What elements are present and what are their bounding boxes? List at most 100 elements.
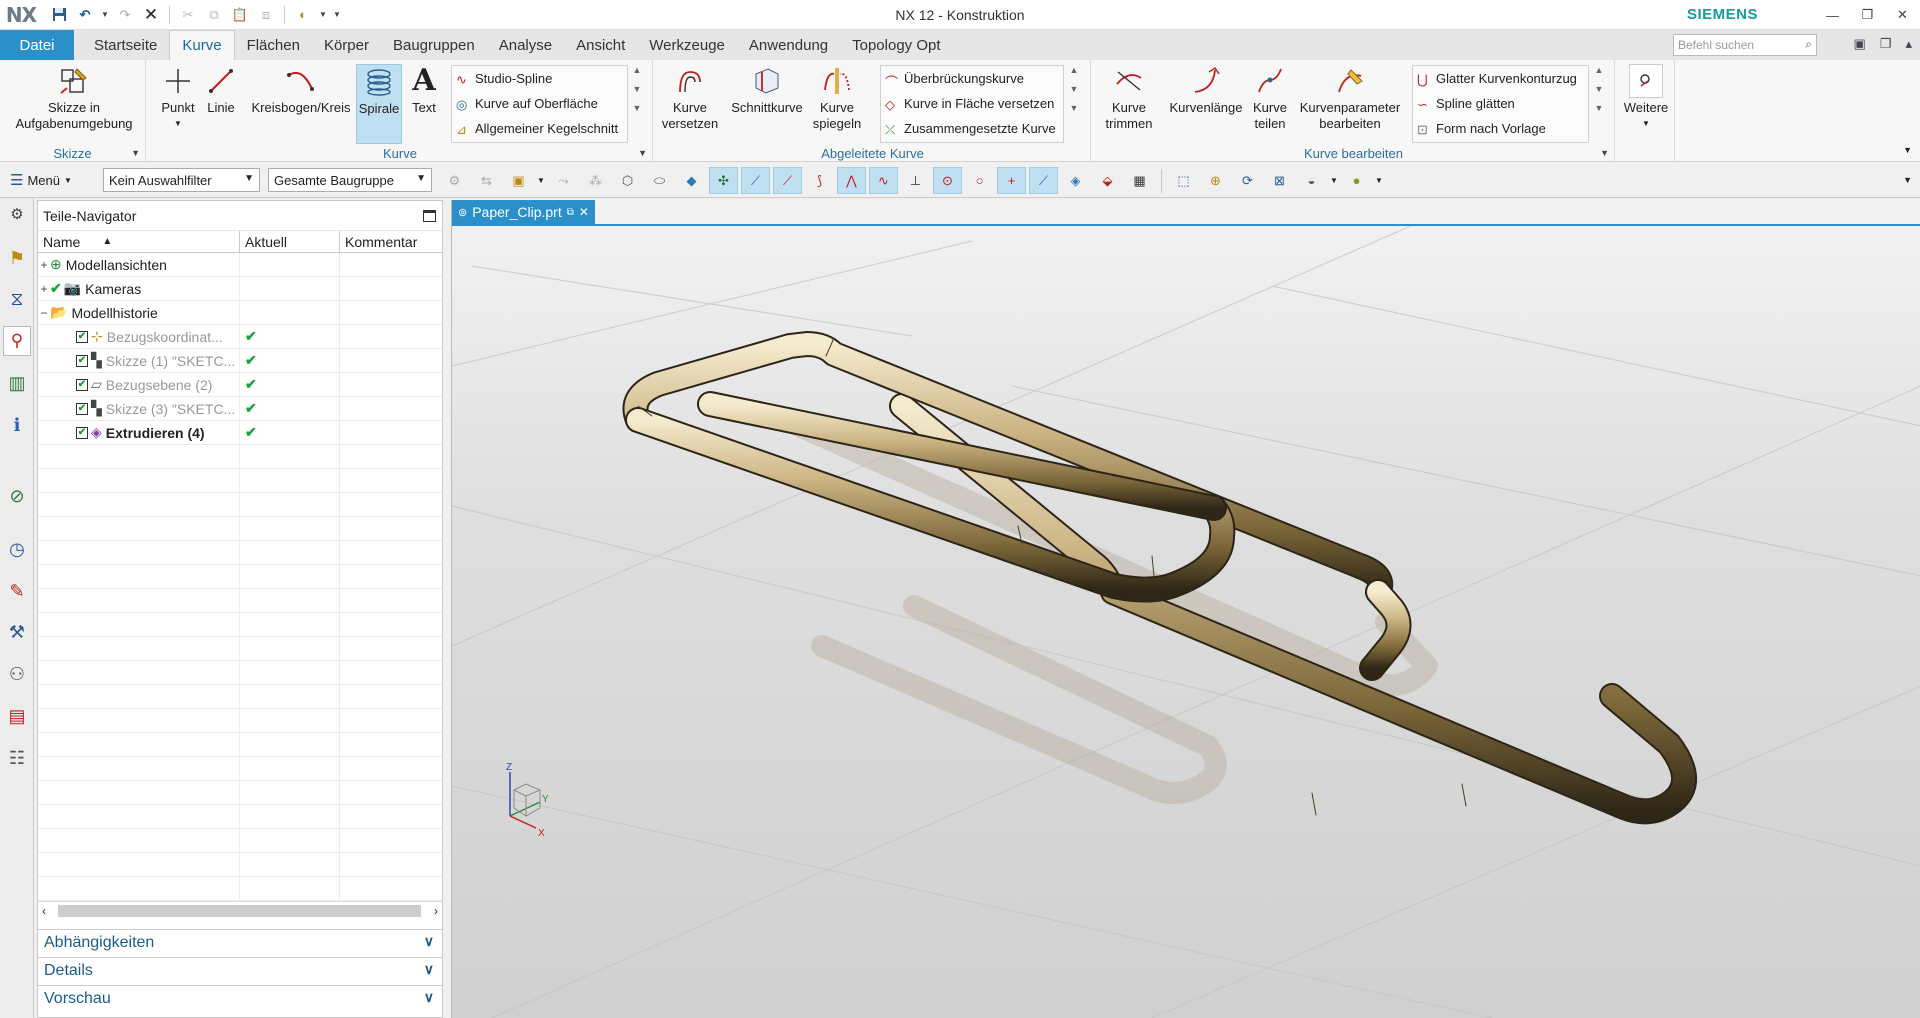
section-details[interactable]: Details ∨ — [38, 957, 442, 984]
select-body-icon[interactable]: ⬡ — [613, 167, 642, 194]
column-aktuell[interactable]: Aktuell — [240, 231, 340, 252]
tab-flaechen[interactable]: Flächen — [235, 30, 312, 60]
clock-icon[interactable]: ◷ — [5, 537, 29, 561]
column-name[interactable]: Name ▲ — [38, 231, 240, 252]
scroll-up-icon[interactable]: ▲ — [1070, 65, 1079, 75]
text-button[interactable]: A Text — [406, 64, 442, 116]
scroll-left-icon[interactable]: ‹ — [42, 904, 46, 918]
visibility-checkbox[interactable]: ✔ — [76, 354, 88, 367]
chevron-down-icon[interactable]: ∨ — [424, 961, 434, 978]
quick-pick-icon[interactable]: ⤳ — [549, 167, 578, 194]
select-all-icon[interactable]: ▣ — [504, 167, 533, 194]
tree-row-bezugskoordinaten[interactable]: ✔ ⊹ Bezugskoordinat... ✔ — [38, 325, 442, 349]
kurvenlaenge-button[interactable]: Kurvenlänge — [1164, 64, 1248, 116]
snap-group-icon[interactable]: ⁂ — [581, 167, 610, 194]
system-materials-icon[interactable]: ▤ — [5, 704, 29, 728]
expand-icon[interactable]: + — [38, 258, 50, 272]
scroll-down-icon[interactable]: ▼ — [1070, 84, 1079, 94]
scroll-up-icon[interactable]: ▲ — [1595, 65, 1604, 75]
scroll-down-icon[interactable]: ▼ — [633, 84, 642, 94]
part-navigator-icon[interactable]: ⚲ — [3, 326, 31, 356]
tab-analyse[interactable]: Analyse — [487, 30, 564, 60]
palette-icon[interactable]: ✎ — [5, 579, 29, 603]
spirale-button[interactable]: Spirale — [356, 64, 402, 144]
maximize-panel-icon[interactable] — [423, 210, 436, 222]
select-face-icon[interactable]: ⬭ — [645, 167, 674, 194]
kurve-gallery-scroll[interactable]: ▲ ▼ ▼ — [630, 65, 644, 113]
kreisbogen-button[interactable]: Kreisbogen/Kreis — [246, 64, 356, 116]
tab-anwendung[interactable]: Anwendung — [737, 30, 840, 60]
model-view[interactable]: Z X Y — [452, 226, 1920, 1018]
tab-startseite[interactable]: Startseite — [82, 30, 169, 60]
zusammengesetzte-kurve-item[interactable]: ⤫ Zusammengesetzte Kurve — [881, 116, 1063, 141]
tree-row-skizze-1[interactable]: ✔ ▚ Skizze (1) "SKETC... ✔ — [38, 349, 442, 373]
kurvenparameter-button[interactable]: Kurvenparameter bearbeiten — [1289, 64, 1411, 132]
group-more-icon[interactable]: ▼ — [1600, 148, 1609, 158]
snap-intersection-icon[interactable]: ⋀ — [837, 167, 866, 194]
hd3d-tools-icon[interactable]: ☷ — [5, 746, 29, 770]
visibility-checkbox[interactable]: ✔ — [76, 378, 88, 391]
kegelschnitt-item[interactable]: ⊿ Allgemeiner Kegelschnitt — [452, 116, 627, 141]
snap-point-on-surface-icon[interactable]: ◈ — [1061, 167, 1090, 194]
undo-dropdown-icon[interactable]: ▼ — [100, 4, 110, 26]
pan-icon[interactable]: ⊠ — [1265, 167, 1294, 194]
nx-logo[interactable]: NX — [0, 0, 42, 30]
snap-point-on-curve-icon[interactable]: ⟋ — [1029, 167, 1058, 194]
form-nach-vorlage-item[interactable]: ⊡ Form nach Vorlage — [1413, 116, 1588, 141]
view-fit-icon[interactable]: ⬚ — [1169, 167, 1198, 194]
tab-kurve[interactable]: Kurve — [169, 30, 235, 60]
section-vorschau[interactable]: Vorschau ∨ — [38, 985, 442, 1012]
roles-icon[interactable]: ⚇ — [5, 662, 29, 686]
paste-icon[interactable]: 📋 — [229, 4, 251, 26]
select-dropdown-icon[interactable]: ▼ — [536, 167, 546, 194]
chevron-down-icon[interactable]: ∨ — [424, 933, 434, 950]
reuse-library-icon[interactable]: ▥ — [5, 371, 29, 395]
ueberbrueckungskurve-item[interactable]: ⌒ Überbrückungskurve — [881, 66, 1063, 91]
snap-midpoint-icon[interactable]: ⟋ — [773, 167, 802, 194]
snap-bounded-grid-icon[interactable]: ⬙ — [1093, 167, 1122, 194]
visual-style-icon[interactable]: ● — [1342, 167, 1371, 194]
punkt-dropdown-icon[interactable]: ▼ — [174, 116, 182, 132]
group-more-icon[interactable]: ▼ — [131, 148, 140, 158]
snap-quadrant-icon[interactable]: ○ — [965, 167, 994, 194]
cut-icon[interactable]: ✂ — [177, 4, 199, 26]
scroll-up-icon[interactable]: ▲ — [633, 65, 642, 75]
collapse-ribbon-icon[interactable]: ▴ — [1905, 36, 1912, 52]
select-solid-icon[interactable]: ◆ — [677, 167, 706, 194]
scroll-right-icon[interactable]: › — [434, 904, 438, 918]
studio-spline-item[interactable]: ∿ Studio-Spline — [452, 66, 627, 91]
command-search-input[interactable]: Befehl suchen ⌕ — [1673, 34, 1817, 56]
kurve-in-flaeche-versetzen-item[interactable]: ◇ Kurve in Fläche versetzen — [881, 91, 1063, 116]
gallery-expand-icon[interactable]: ▼ — [633, 103, 642, 113]
punkt-button[interactable]: Punkt ▼ — [158, 64, 198, 132]
chevron-down-icon[interactable]: ∨ — [424, 989, 434, 1006]
assembly-navigator-icon[interactable]: ⚑ — [5, 246, 29, 270]
render-style-icon[interactable]: ◒ — [1297, 167, 1326, 194]
tab-file[interactable]: Datei — [0, 30, 74, 60]
window-switch-icon[interactable]: ◐ — [292, 4, 314, 26]
redo-icon[interactable]: ↷ — [114, 4, 136, 26]
visibility-checkbox[interactable]: ✔ — [76, 426, 88, 439]
gallery-expand-icon[interactable]: ▼ — [1595, 103, 1604, 113]
zoom-icon[interactable]: ⊕ — [1201, 167, 1230, 194]
schnittkurve-button[interactable]: Schnittkurve — [727, 64, 807, 116]
view-triad[interactable]: Z X Y — [506, 762, 549, 839]
abgeleitete-gallery-scroll[interactable]: ▲ ▼ ▼ — [1067, 65, 1081, 113]
visual-style-dropdown-icon[interactable]: ▼ — [1374, 167, 1384, 194]
scrollbar-thumb[interactable] — [58, 905, 421, 917]
tree-row-bezugsebene[interactable]: ✔ ▱ Bezugsebene (2) ✔ — [38, 373, 442, 397]
filter-settings-icon[interactable]: ⚙ — [440, 167, 469, 194]
close-tab-icon[interactable]: ✕ — [579, 205, 589, 219]
deselect-icon[interactable]: ⇆ — [472, 167, 501, 194]
tree-row-extrudieren[interactable]: ✔ ◈ Extrudieren (4) ✔ — [38, 421, 442, 445]
window-layout-icon[interactable]: ▣ — [1854, 36, 1866, 52]
expand-icon[interactable]: + — [38, 282, 50, 296]
delete-icon[interactable]: ✕ — [140, 4, 162, 26]
history-icon[interactable]: ⊘ — [5, 484, 29, 508]
weitere-button[interactable]: Weitere ▼ — [1621, 64, 1671, 132]
skizze-aufgabenumgebung-button[interactable]: Skizze in Aufgabenumgebung — [8, 64, 140, 132]
paste-special-icon[interactable]: ⧈ — [255, 4, 277, 26]
tree-row-skizze-3[interactable]: ✔ ▚ Skizze (3) "SKETC... ✔ — [38, 397, 442, 421]
undo-icon[interactable]: ↶ — [74, 4, 96, 26]
snap-grid-icon[interactable]: ▦ — [1125, 167, 1154, 194]
